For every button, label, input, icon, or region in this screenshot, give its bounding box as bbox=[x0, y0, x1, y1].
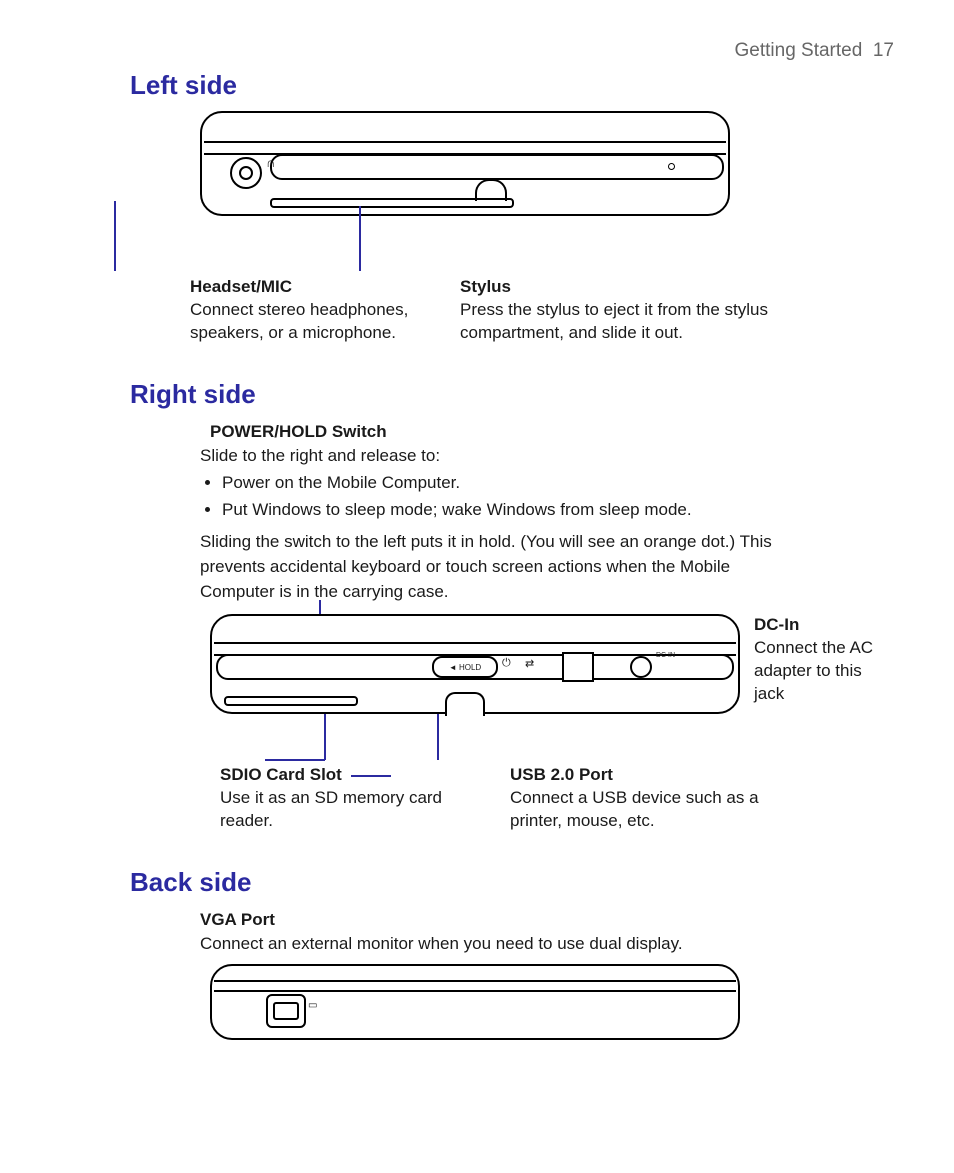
left-side-diagram: ∩ bbox=[200, 111, 730, 216]
sd-slot-icon bbox=[445, 692, 485, 716]
stylus-callout-desc: Press the stylus to eject it from the st… bbox=[460, 299, 800, 345]
power-hold-bullet-1: Power on the Mobile Computer. bbox=[222, 471, 794, 496]
back-side-heading: Back side bbox=[60, 867, 894, 898]
monitor-icon: ▭ bbox=[308, 1000, 317, 1011]
headset-callout-desc: Connect stereo headphones, speakers, or … bbox=[190, 299, 450, 345]
headset-callout-title: Headset/MIC bbox=[190, 276, 450, 299]
vga-port-icon bbox=[266, 994, 306, 1028]
power-icon: ⏻ bbox=[502, 657, 511, 670]
power-hold-bullet-2: Put Windows to sleep mode; wake Windows … bbox=[222, 498, 794, 523]
sd-title: SDIO Card Slot bbox=[220, 765, 342, 784]
header-section: Getting Started bbox=[735, 40, 863, 61]
sd-desc: Use it as an SD memory card reader. bbox=[220, 787, 480, 833]
dcin-title: DC-In bbox=[754, 614, 874, 637]
left-side-heading: Left side bbox=[60, 70, 894, 101]
usb-title: USB 2.0 Port bbox=[510, 764, 810, 787]
vga-title: VGA Port bbox=[200, 908, 700, 932]
power-hold-intro: Slide to the right and release to: bbox=[200, 444, 794, 469]
vga-desc: Connect an external monitor when you nee… bbox=[200, 932, 700, 956]
back-side-diagram: ▭ bbox=[210, 964, 740, 1040]
dc-in-label: DC IN bbox=[656, 652, 675, 659]
power-hold-desc: Sliding the switch to the left puts it i… bbox=[200, 530, 794, 604]
page-header: Getting Started 17 bbox=[60, 40, 894, 62]
stylus-callout-title: Stylus bbox=[460, 276, 800, 299]
usb-desc: Connect a USB device such as a printer, … bbox=[510, 787, 810, 833]
headset-jack-icon bbox=[230, 157, 262, 189]
dcin-desc: Connect the AC adapter to this jack bbox=[754, 637, 874, 706]
usb-port-icon bbox=[562, 652, 594, 682]
right-side-heading: Right side bbox=[60, 379, 894, 410]
usb-icon: ⇄ bbox=[525, 657, 534, 670]
right-side-diagram: ◄ HOLD ⏻ ⇄ DC IN bbox=[210, 614, 740, 714]
power-hold-title: POWER/HOLD Switch bbox=[200, 420, 794, 445]
power-hold-list: Power on the Mobile Computer. Put Window… bbox=[200, 471, 794, 522]
header-page-number: 17 bbox=[873, 40, 894, 61]
headphone-icon: ∩ bbox=[266, 155, 275, 170]
hold-switch-icon: ◄ HOLD bbox=[432, 656, 498, 678]
